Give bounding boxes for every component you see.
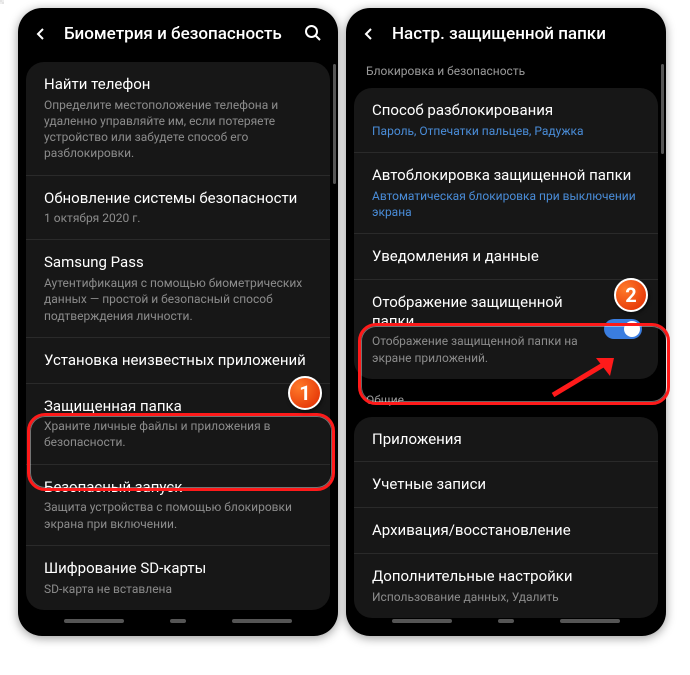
page-title: Настр. защищенной папки bbox=[392, 24, 652, 44]
item-autolock[interactable]: Автоблокировка защищенной папки Автомати… bbox=[354, 152, 658, 233]
settings-list: Блокировка и безопасность Способ разблок… bbox=[346, 56, 666, 636]
item-title: Обновление системы безопасности bbox=[44, 189, 312, 208]
item-apps[interactable]: Приложения bbox=[354, 417, 658, 462]
callout-badge-2: 2 bbox=[614, 278, 648, 312]
nav-home[interactable] bbox=[170, 619, 186, 623]
item-security-update[interactable]: Обновление системы безопасности 1 октябр… bbox=[26, 175, 330, 240]
item-accounts[interactable]: Учетные записи bbox=[354, 461, 658, 507]
scrollbar[interactable] bbox=[661, 64, 664, 154]
item-title: Отображение защищенной папки bbox=[372, 293, 640, 331]
search-icon[interactable] bbox=[304, 24, 324, 44]
item-title: Уведомления и данные bbox=[372, 247, 640, 266]
item-subtitle: Храните личные файлы и приложения в безо… bbox=[44, 418, 312, 450]
item-title: Способ разблокирования bbox=[372, 101, 640, 120]
item-subtitle: Пароль, Отпечатки пальцев, Радужка bbox=[372, 123, 640, 139]
toggle-switch[interactable] bbox=[604, 319, 642, 339]
topbar: Биометрия и безопасность bbox=[18, 8, 338, 56]
item-subtitle: Определите местоположение телефона и уда… bbox=[44, 97, 312, 162]
item-subtitle: Использование данных, Удалить bbox=[372, 589, 640, 605]
topbar: Настр. защищенной папки bbox=[346, 8, 666, 56]
item-subtitle: Аутентификация с помощью биометрических … bbox=[44, 275, 312, 324]
item-title: Установка неизвестных приложений bbox=[44, 351, 312, 370]
item-secure-startup[interactable]: Безопасный запуск Защита устройства с по… bbox=[26, 464, 330, 545]
nav-back[interactable] bbox=[232, 619, 292, 623]
item-title: Приложения bbox=[372, 430, 640, 449]
nav-home[interactable] bbox=[498, 619, 514, 623]
nav-bar bbox=[18, 612, 338, 630]
item-subtitle: 1 октября 2020 г. bbox=[44, 210, 312, 226]
item-unknown-apps[interactable]: Установка неизвестных приложений bbox=[26, 337, 330, 383]
item-title: Шифрование SD-карты bbox=[44, 559, 312, 578]
item-subtitle: Автоматическая блокировка при выключении… bbox=[372, 188, 640, 220]
arrow-icon bbox=[548, 350, 623, 400]
item-encrypt-sd[interactable]: Шифрование SD-карты SD-карта не вставлен… bbox=[26, 545, 330, 610]
nav-recent[interactable] bbox=[64, 619, 124, 623]
item-secure-folder[interactable]: Защищенная папка Храните личные файлы и … bbox=[26, 383, 330, 464]
item-title: Архивация/восстановление bbox=[372, 521, 640, 540]
nav-recent[interactable] bbox=[392, 619, 452, 623]
item-title: Учетные записи bbox=[372, 475, 640, 494]
section-header: Блокировка и безопасность bbox=[346, 56, 666, 82]
item-backup-restore[interactable]: Архивация/восстановление bbox=[354, 507, 658, 553]
phone-right: Настр. защищенной папки Блокировка и без… bbox=[346, 8, 666, 636]
nav-back[interactable] bbox=[560, 619, 620, 623]
item-samsung-pass[interactable]: Samsung Pass Аутентификация с помощью би… bbox=[26, 239, 330, 336]
item-subtitle: SD-карта не вставлена bbox=[44, 581, 312, 597]
item-notifications-data[interactable]: Уведомления и данные bbox=[354, 233, 658, 279]
nav-bar bbox=[346, 612, 666, 630]
back-icon[interactable] bbox=[32, 25, 50, 43]
page-title: Биометрия и безопасность bbox=[64, 24, 290, 44]
item-additional-settings[interactable]: Дополнительные настройки Использование д… bbox=[354, 553, 658, 618]
item-title: Samsung Pass bbox=[44, 253, 312, 272]
item-title: Найти телефон bbox=[44, 75, 312, 94]
settings-list: Найти телефон Определите местоположение … bbox=[18, 56, 338, 636]
item-unlock-method[interactable]: Способ разблокирования Пароль, Отпечатки… bbox=[354, 88, 658, 152]
phone-left: Биометрия и безопасность Найти телефон О… bbox=[18, 8, 338, 636]
scrollbar[interactable] bbox=[333, 64, 336, 184]
back-icon[interactable] bbox=[360, 25, 378, 43]
item-title: Дополнительные настройки bbox=[372, 567, 640, 586]
item-find-phone[interactable]: Найти телефон Определите местоположение … bbox=[26, 62, 330, 175]
item-title: Автоблокировка защищенной папки bbox=[372, 166, 640, 185]
item-title: Защищенная папка bbox=[44, 397, 312, 416]
item-subtitle: Защита устройства с помощью блокировки э… bbox=[44, 499, 312, 531]
item-title: Безопасный запуск bbox=[44, 478, 312, 497]
callout-badge-1: 1 bbox=[288, 376, 322, 410]
